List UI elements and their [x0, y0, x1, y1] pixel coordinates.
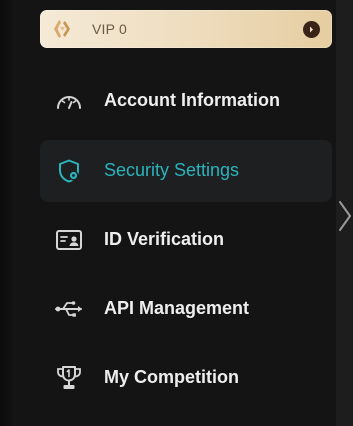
menu-item-label: Account Information — [104, 90, 280, 110]
dashboard-gauge-icon — [54, 87, 84, 115]
vip-details-button[interactable] — [303, 21, 320, 38]
menu-item-account-information[interactable]: Account Information — [40, 70, 332, 132]
chevron-right-icon — [339, 201, 351, 231]
menu-item-label: Security Settings — [104, 160, 240, 180]
menu-item-label: API Management — [104, 298, 250, 318]
vip-level-card[interactable]: VIP 0 — [40, 10, 332, 48]
menu-item-my-competition[interactable]: My Competition — [40, 347, 332, 409]
security-shield-icon — [54, 157, 84, 185]
usb-icon — [54, 295, 84, 323]
trophy-icon — [54, 364, 84, 392]
menu-item-security-settings[interactable]: Security Settings — [40, 140, 332, 202]
vip-logo-icon — [54, 20, 70, 38]
menu-item-label: ID Verification — [104, 229, 225, 249]
page-left-edge — [0, 0, 14, 426]
chevron-right-icon — [310, 26, 313, 33]
menu-item-label: My Competition — [104, 367, 239, 387]
vip-level-label: VIP 0 — [92, 21, 127, 37]
menu-item-api-management[interactable]: API Management — [40, 278, 332, 340]
id-card-icon — [54, 226, 84, 254]
expand-arrow-button[interactable] — [337, 200, 353, 232]
menu-item-id-verification[interactable]: ID Verification — [40, 209, 332, 271]
